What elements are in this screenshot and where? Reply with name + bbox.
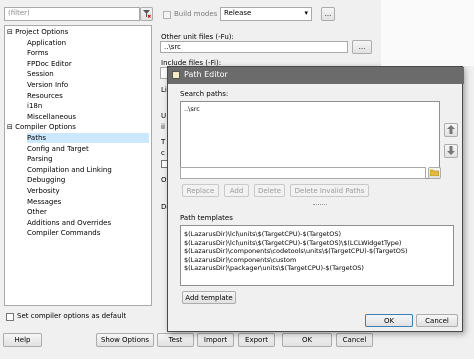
options-tree[interactable]: ⊟ Project Options Application Forms FPDo… — [4, 25, 152, 306]
background-window-edge — [381, 0, 474, 66]
path-edit-input[interactable] — [180, 167, 426, 179]
build-mode-select[interactable]: Release ▾ — [220, 7, 312, 21]
collapse-icon[interactable]: ⊟ — [7, 28, 13, 36]
build-mode-value: Release — [224, 9, 252, 17]
help-button[interactable]: Help — [3, 333, 42, 347]
arrow-down-icon — [447, 145, 455, 157]
path-editor-dialog: Path Editor Search paths: ..\src Replace… — [167, 66, 464, 332]
tree-item-config-and-target[interactable]: Config and Target — [27, 144, 89, 154]
cancel-button[interactable]: Cancel — [336, 333, 373, 347]
tree-item-project-options[interactable]: ⊟ Project Options — [7, 27, 68, 37]
delete-invalid-paths-button[interactable]: Delete Invalid Paths — [290, 184, 369, 197]
tree-item-messages[interactable]: Messages — [27, 197, 61, 207]
tree-item-i18n[interactable]: i18n — [27, 101, 42, 111]
other-unit-files-value: ..\src — [164, 43, 182, 51]
path-templates-list[interactable]: $(LazarusDir)\lcl\units\$(TargetCPU)-$(T… — [180, 225, 454, 286]
add-button[interactable]: Add — [224, 184, 249, 197]
tree-item-verbosity[interactable]: Verbosity — [27, 186, 60, 196]
tree-item-compiler-options[interactable]: ⊟ Compiler Options — [7, 122, 76, 132]
other-unit-files-browse-button[interactable]: ... — [352, 40, 372, 54]
tree-item-session[interactable]: Session — [27, 69, 54, 79]
filter-input[interactable]: (filter) — [4, 7, 140, 21]
template-item[interactable]: $(LazarusDir)\lcl\units\$(TargetCPU)-$(T… — [181, 239, 453, 248]
tree-item-forms[interactable]: Forms — [27, 48, 48, 58]
arrow-up-icon — [447, 124, 455, 136]
path-templates-label: Path templates — [180, 214, 233, 222]
set-default-checkbox[interactable] — [6, 313, 14, 321]
tree-item-fpdoc-editor[interactable]: FPDoc Editor — [27, 59, 72, 69]
move-down-button[interactable] — [444, 144, 458, 158]
tree-item-version-info[interactable]: Version Info — [27, 80, 68, 90]
other-unit-files-label: Other unit files (-Fu): — [161, 33, 234, 41]
search-paths-label: Search paths: — [180, 90, 229, 98]
template-item[interactable]: $(LazarusDir)\packager\units\$(TargetCPU… — [181, 264, 453, 273]
path-editor-title: Path Editor — [184, 70, 228, 79]
browse-folder-button[interactable] — [428, 167, 441, 179]
build-modes-label: Build modes — [174, 10, 218, 18]
app-icon — [172, 71, 180, 79]
tree-item-parsing[interactable]: Parsing — [27, 154, 53, 164]
replace-button[interactable]: Replace — [182, 184, 219, 197]
tree-item-compiler-commands[interactable]: Compiler Commands — [27, 228, 100, 238]
clear-filter-icon — [142, 9, 151, 20]
tree-item-miscellaneous[interactable]: Miscellaneous — [27, 112, 76, 122]
tree-item-resources[interactable]: Resources — [27, 91, 63, 101]
partial-label: c — [161, 149, 165, 157]
search-path-item[interactable]: ..\src — [181, 105, 439, 114]
partial-label: T — [161, 138, 166, 146]
splitter[interactable] — [313, 204, 327, 205]
path-editor-cancel-button[interactable]: Cancel — [416, 314, 458, 327]
build-modes-checkbox[interactable] — [163, 11, 171, 19]
build-modes-more-button[interactable]: ... — [321, 7, 335, 21]
export-button[interactable]: Export — [238, 333, 275, 347]
clear-filter-button[interactable] — [140, 7, 153, 21]
delete-button[interactable]: Delete — [254, 184, 285, 197]
tree-item-other[interactable]: Other — [27, 207, 47, 217]
partial-label: U — [161, 112, 167, 120]
partial-label: ii — [161, 123, 165, 131]
set-default-label: Set compiler options as default — [17, 312, 127, 320]
partial-label: Li — [161, 86, 167, 94]
tree-item-debugging[interactable]: Debugging — [27, 175, 65, 185]
path-editor-ok-button[interactable]: OK — [365, 314, 413, 327]
filter-placeholder: (filter) — [8, 9, 30, 17]
collapse-icon[interactable]: ⊟ — [7, 123, 13, 131]
tree-item-paths[interactable]: Paths — [27, 133, 149, 143]
import-button[interactable]: Import — [197, 333, 234, 347]
template-item[interactable]: $(LazarusDir)\lcl\units\$(TargetCPU)-$(T… — [181, 230, 453, 239]
path-editor-titlebar[interactable]: Path Editor — [168, 67, 464, 84]
template-item[interactable]: $(LazarusDir)\components\custom — [181, 256, 453, 265]
template-item[interactable]: $(LazarusDir)\components\codetools\units… — [181, 247, 453, 256]
folder-icon — [429, 169, 440, 178]
chevron-down-icon: ▾ — [304, 9, 308, 17]
tree-item-additions-and-overrides[interactable]: Additions and Overrides — [27, 218, 111, 228]
test-button[interactable]: Test — [157, 333, 194, 347]
add-template-button[interactable]: Add template — [182, 291, 236, 304]
ok-button[interactable]: OK — [282, 333, 332, 347]
tree-item-application[interactable]: Application — [27, 38, 66, 48]
move-up-button[interactable] — [444, 123, 458, 137]
show-options-button[interactable]: Show Options — [96, 333, 154, 347]
other-unit-files-input[interactable]: ..\src — [160, 41, 348, 53]
tree-item-compilation-and-linking[interactable]: Compilation and Linking — [27, 165, 112, 175]
